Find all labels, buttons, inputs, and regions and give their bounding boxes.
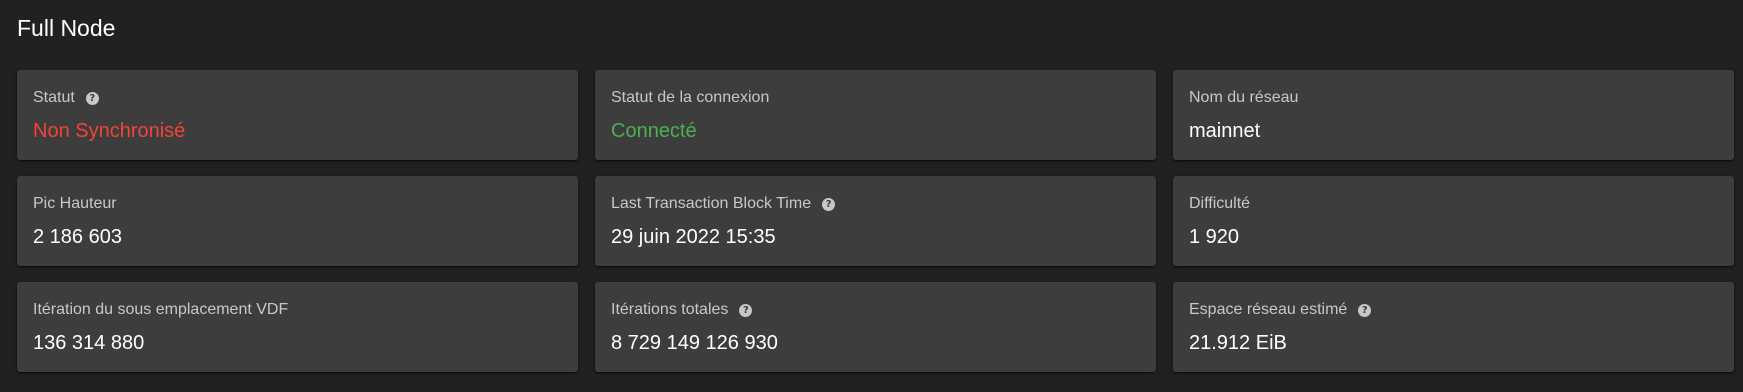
card-peak-height-label: Pic Hauteur xyxy=(33,195,117,212)
card-difficulty-value: 1 920 xyxy=(1189,226,1240,248)
card-last-tx-block-time-label-row: Last Transaction Block Time ? xyxy=(611,195,836,213)
card-estimated-netspace: Espace réseau estimé ? 21.912 EiB xyxy=(1173,282,1734,372)
card-connection-status-value: Connecté xyxy=(611,120,697,142)
card-status-value: Non Synchronisé xyxy=(33,120,186,142)
card-status-label: Statut xyxy=(33,89,75,106)
card-vdf-sub-slot-iters: Itération du sous emplacement VDF 136 31… xyxy=(17,282,578,372)
card-last-tx-block-time: Last Transaction Block Time ? 29 juin 20… xyxy=(595,176,1156,266)
card-status: Statut ? Non Synchronisé xyxy=(17,70,578,160)
node-stats-grid: Statut ? Non Synchronisé Statut de la co… xyxy=(17,70,1734,372)
card-total-iterations-label-row: Itérations totales ? xyxy=(611,301,753,319)
card-connection-status: Statut de la connexion Connecté xyxy=(595,70,1156,160)
card-difficulty-label-row: Difficulté xyxy=(1189,195,1250,213)
card-estimated-netspace-label-row: Espace réseau estimé ? xyxy=(1189,301,1372,319)
card-estimated-netspace-label: Espace réseau estimé xyxy=(1189,301,1348,318)
card-vdf-sub-slot-iters-label: Itération du sous emplacement VDF xyxy=(33,301,289,318)
card-peak-height-label-row: Pic Hauteur xyxy=(33,195,117,213)
help-circle-icon[interactable]: ? xyxy=(739,303,753,317)
card-last-tx-block-time-value: 29 juin 2022 15:35 xyxy=(611,226,776,248)
card-network-name-value: mainnet xyxy=(1189,120,1261,142)
help-circle-icon[interactable]: ? xyxy=(85,91,99,105)
card-status-label-row: Statut ? xyxy=(33,89,99,107)
card-vdf-sub-slot-iters-value: 136 314 880 xyxy=(33,332,145,354)
card-connection-status-label: Statut de la connexion xyxy=(611,89,770,106)
help-circle-icon[interactable]: ? xyxy=(822,197,836,211)
card-connection-status-label-row: Statut de la connexion xyxy=(611,89,769,107)
card-last-tx-block-time-label: Last Transaction Block Time xyxy=(611,195,812,212)
card-total-iterations-label: Itérations totales xyxy=(611,301,729,318)
card-network-name: Nom du réseau mainnet xyxy=(1173,70,1734,160)
card-peak-height: Pic Hauteur 2 186 603 xyxy=(17,176,578,266)
card-network-name-label: Nom du réseau xyxy=(1189,89,1299,106)
card-difficulty: Difficulté 1 920 xyxy=(1173,176,1734,266)
card-vdf-sub-slot-iters-label-row: Itération du sous emplacement VDF xyxy=(33,301,288,319)
help-circle-icon[interactable]: ? xyxy=(1358,303,1372,317)
page-title: Full Node xyxy=(17,15,116,41)
full-node-page: Full Node Statut ? Non Synchronisé Statu… xyxy=(0,0,1743,392)
card-estimated-netspace-value: 21.912 EiB xyxy=(1189,332,1287,354)
card-peak-height-value: 2 186 603 xyxy=(33,226,122,248)
card-network-name-label-row: Nom du réseau xyxy=(1189,89,1298,107)
card-total-iterations: Itérations totales ? 8 729 149 126 930 xyxy=(595,282,1156,372)
card-total-iterations-value: 8 729 149 126 930 xyxy=(611,332,778,354)
card-difficulty-label: Difficulté xyxy=(1189,195,1251,212)
